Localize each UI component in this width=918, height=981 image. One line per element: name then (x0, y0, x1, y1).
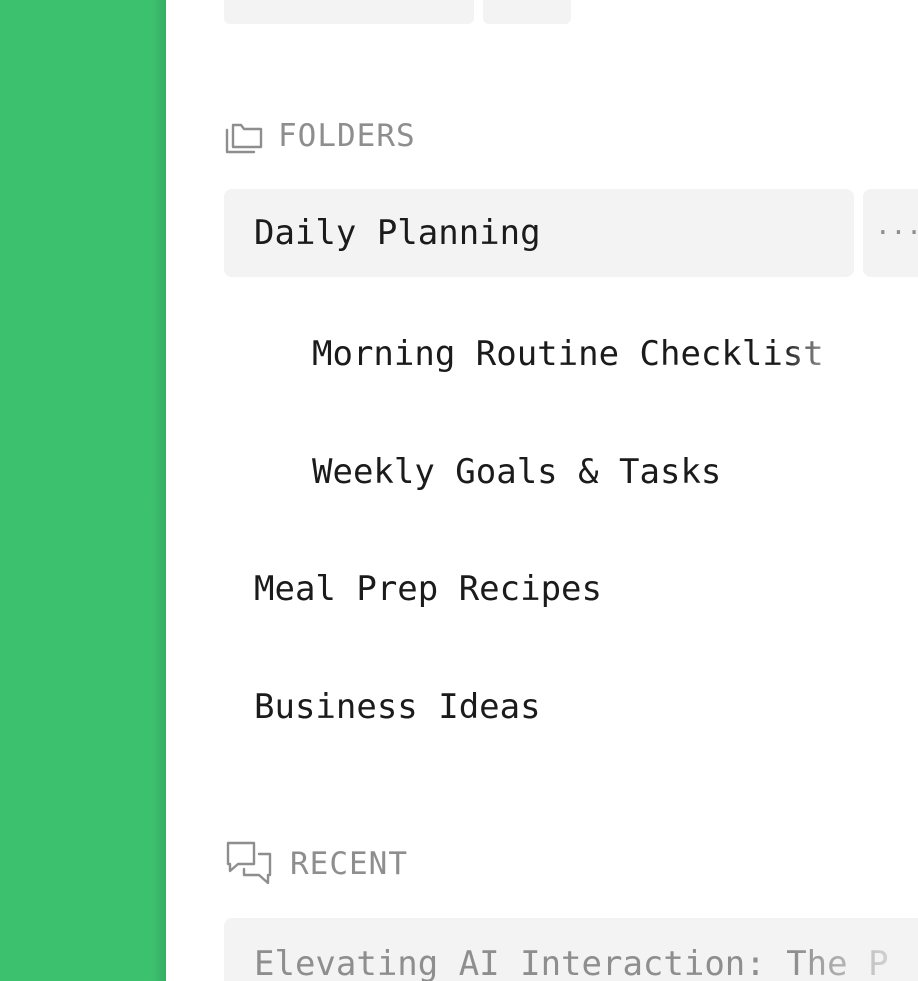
recent-title: RECENT (290, 846, 408, 882)
sidebar-panel: FOLDERS Daily Planning ··· Morning Routi… (166, 0, 918, 981)
more-horizontal-icon: ··· (875, 218, 918, 248)
recent-item-title: Elevating AI Interaction: The P (254, 944, 889, 981)
folder-item-label: Daily Planning (254, 213, 541, 253)
top-action-button[interactable] (224, 0, 474, 24)
folder-item-business-ideas[interactable]: Business Ideas (224, 663, 541, 751)
folders-header: FOLDERS (224, 116, 416, 156)
folder-more-button[interactable]: ··· (863, 189, 918, 277)
folder-item-label: Weekly Goals & Tasks (312, 452, 722, 492)
folder-item-label: Business Ideas (254, 687, 541, 727)
chat-bubbles-icon (224, 840, 274, 888)
folders-title: FOLDERS (278, 118, 416, 154)
top-secondary-button[interactable] (483, 0, 571, 24)
folder-item-label: Meal Prep Recipes (254, 569, 602, 609)
app-accent-strip (0, 0, 166, 981)
recent-header: RECENT (224, 840, 408, 888)
folder-item-daily-planning[interactable]: Daily Planning (224, 189, 854, 277)
panel-shadow (152, 0, 166, 981)
folder-item-weekly-goals-tasks[interactable]: Weekly Goals & Tasks (224, 428, 721, 516)
folder-item-meal-prep-recipes[interactable]: Meal Prep Recipes (224, 545, 602, 633)
folder-item-morning-routine-checklist[interactable]: Morning Routine Checklist (224, 310, 824, 398)
folder-item-label: Morning Routine Checklist (312, 334, 824, 374)
folder-icon (224, 116, 264, 156)
recent-item[interactable]: Elevating AI Interaction: The P (224, 918, 918, 981)
